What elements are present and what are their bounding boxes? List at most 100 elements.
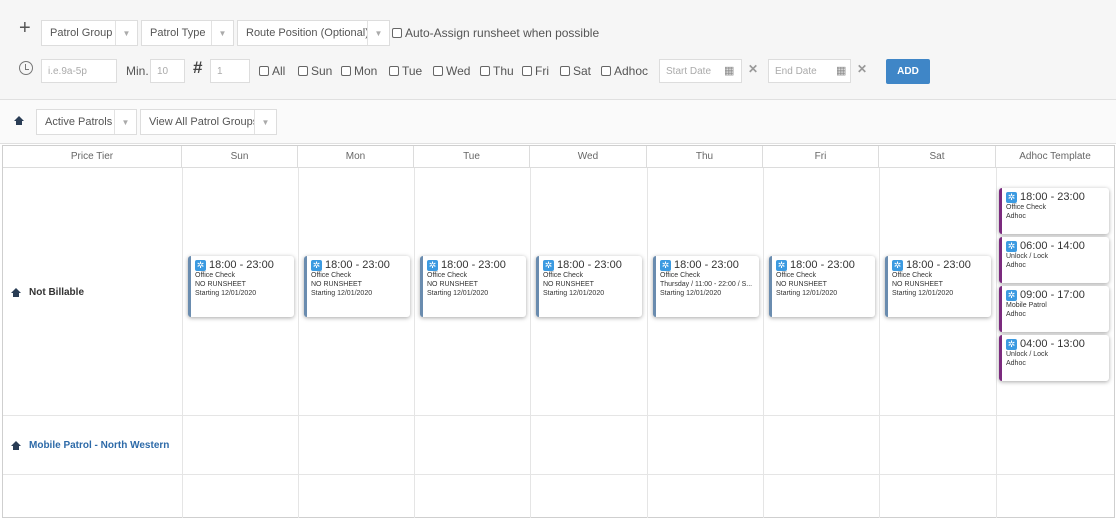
card-line: Starting 12/01/2020 — [892, 290, 954, 297]
checkbox-box[interactable] — [259, 66, 269, 76]
day-checkbox-thu[interactable]: Thu — [480, 64, 514, 78]
patrol-group-label: Patrol Group — [50, 27, 113, 39]
checkbox-box[interactable] — [522, 66, 532, 76]
day-checkbox-mon[interactable]: Mon — [341, 64, 377, 78]
clear-icon[interactable]: ✕ — [748, 62, 758, 76]
day-checkbox-wed[interactable]: Wed — [433, 64, 470, 78]
gear-icon[interactable]: ✲ — [195, 259, 206, 271]
calendar-icon[interactable]: ▦ — [724, 64, 734, 77]
card-line: Office Check — [427, 272, 467, 279]
checkbox-box[interactable] — [480, 66, 490, 76]
adhoc-card[interactable]: ✲ 18:00 - 23:00 Office Check Adhoc — [999, 188, 1109, 234]
gear-icon[interactable]: ✲ — [1006, 289, 1017, 301]
active-patrols-label: Active Patrols — [45, 116, 113, 128]
day-label: Tue — [402, 64, 423, 78]
min-label: Min. — [126, 64, 149, 78]
row-label-not-billable[interactable]: Not Billable — [11, 287, 84, 298]
card-line: Office Check — [660, 272, 700, 279]
checkbox-box[interactable] — [601, 66, 611, 76]
patrol-card-mon[interactable]: ✲ 18:00 - 23:00 Office Check NO RUNSHEET … — [304, 256, 410, 317]
day-checkbox-adhoc[interactable]: Adhoc — [601, 64, 648, 78]
patrol-card-thu[interactable]: ✲ 18:00 - 23:00 Office Check Thursday / 1… — [653, 256, 759, 317]
column-divider — [879, 168, 880, 518]
day-checkbox-sat[interactable]: Sat — [560, 64, 591, 78]
gear-icon[interactable]: ✲ — [543, 259, 554, 271]
column-divider — [182, 168, 183, 518]
checkbox-box[interactable] — [341, 66, 351, 76]
gear-icon[interactable]: ✲ — [1006, 240, 1017, 252]
gear-icon[interactable]: ✲ — [776, 259, 787, 271]
patrol-card-wed[interactable]: ✲ 18:00 - 23:00 Office Check NO RUNSHEET … — [536, 256, 642, 317]
plus-icon[interactable]: + — [19, 18, 31, 38]
day-checkbox-tue[interactable]: Tue — [389, 64, 422, 78]
column-divider — [763, 168, 764, 518]
card-line: Office Check — [776, 272, 816, 279]
header-sat: Sat — [879, 146, 996, 168]
checkbox-box[interactable] — [392, 28, 402, 38]
patrol-card-fri[interactable]: ✲ 18:00 - 23:00 Office Check NO RUNSHEET … — [769, 256, 875, 317]
header-wed: Wed — [530, 146, 647, 168]
patrol-group-select[interactable]: Patrol Group ▼ — [41, 20, 138, 46]
gear-icon[interactable]: ✲ — [1006, 191, 1017, 203]
home-icon[interactable] — [14, 116, 24, 125]
gear-icon[interactable]: ✲ — [427, 259, 438, 271]
day-checkbox-sun[interactable]: Sun — [298, 64, 332, 78]
chevron-down-icon: ▼ — [211, 21, 233, 45]
card-line: NO RUNSHEET — [892, 281, 943, 288]
card-line: Adhoc — [1006, 360, 1026, 367]
time-input[interactable]: i.e.9a-5p — [41, 59, 117, 83]
day-checkbox-fri[interactable]: Fri — [522, 64, 549, 78]
day-checkbox-all[interactable]: All — [259, 64, 285, 78]
calendar-icon[interactable]: ▦ — [836, 64, 846, 77]
card-time: 18:00 - 23:00 — [441, 259, 506, 271]
active-patrols-select[interactable]: Active Patrols ▼ — [36, 109, 137, 135]
column-divider — [530, 168, 531, 518]
header-adhoc-template: Adhoc Template — [996, 146, 1114, 168]
route-position-select[interactable]: Route Position (Optional) ▼ — [237, 20, 390, 46]
time-placeholder: i.e.9a-5p — [48, 65, 87, 77]
view-all-groups-select[interactable]: View All Patrol Groups ▼ — [140, 109, 277, 135]
card-line: Adhoc — [1006, 213, 1026, 220]
auto-assign-checkbox[interactable]: Auto-Assign runsheet when possible — [392, 26, 599, 40]
count-input[interactable]: 1 — [210, 59, 250, 83]
adhoc-card[interactable]: ✲ 04:00 - 13:00 Unlock / Lock Adhoc — [999, 335, 1109, 381]
checkbox-box[interactable] — [298, 66, 308, 76]
adhoc-card[interactable]: ✲ 09:00 - 17:00 Mobile Patrol Adhoc — [999, 286, 1109, 332]
card-line: NO RUNSHEET — [776, 281, 827, 288]
card-line: NO RUNSHEET — [195, 281, 246, 288]
checkbox-box[interactable] — [433, 66, 443, 76]
card-time: 18:00 - 23:00 — [674, 259, 739, 271]
checkbox-box[interactable] — [389, 66, 399, 76]
card-time: 18:00 - 23:00 — [209, 259, 274, 271]
gear-icon[interactable]: ✲ — [311, 259, 322, 271]
gear-icon[interactable]: ✲ — [660, 259, 671, 271]
row-label-mobile-patrol[interactable]: Mobile Patrol - North Western — [11, 440, 169, 451]
card-line: Starting 12/01/2020 — [776, 290, 838, 297]
card-time: 18:00 - 23:00 — [557, 259, 622, 271]
column-divider — [298, 168, 299, 518]
add-button[interactable]: ADD — [886, 59, 930, 84]
filter-bar: Active Patrols ▼ View All Patrol Groups … — [0, 100, 1116, 144]
checkbox-box[interactable] — [560, 66, 570, 76]
day-label: Mon — [354, 64, 378, 78]
card-line: NO RUNSHEET — [311, 281, 362, 288]
gear-icon[interactable]: ✲ — [892, 259, 903, 271]
gear-icon[interactable]: ✲ — [1006, 338, 1017, 350]
min-input[interactable]: 10 — [150, 59, 185, 83]
card-time: 09:00 - 17:00 — [1020, 289, 1085, 301]
patrol-card-sun[interactable]: ✲ 18:00 - 23:00 Office Check NO RUNSHEET … — [188, 256, 294, 317]
day-label: Adhoc — [614, 64, 649, 78]
patrol-card-sat[interactable]: ✲ 18:00 - 23:00 Office Check NO RUNSHEET … — [885, 256, 991, 317]
patrol-type-select[interactable]: Patrol Type ▼ — [141, 20, 234, 46]
adhoc-card[interactable]: ✲ 06:00 - 14:00 Unlock / Lock Adhoc — [999, 237, 1109, 283]
card-line: Office Check — [1006, 204, 1046, 211]
patrol-type-label: Patrol Type — [150, 27, 206, 39]
chevron-down-icon: ▼ — [367, 21, 389, 45]
column-divider — [996, 168, 997, 518]
row-divider — [3, 474, 1114, 475]
card-line: Office Check — [311, 272, 351, 279]
patrol-card-tue[interactable]: ✲ 18:00 - 23:00 Office Check NO RUNSHEET … — [420, 256, 526, 317]
day-label: Sun — [311, 64, 333, 78]
clear-icon[interactable]: ✕ — [857, 62, 867, 76]
card-line: Starting 12/01/2020 — [543, 290, 605, 297]
